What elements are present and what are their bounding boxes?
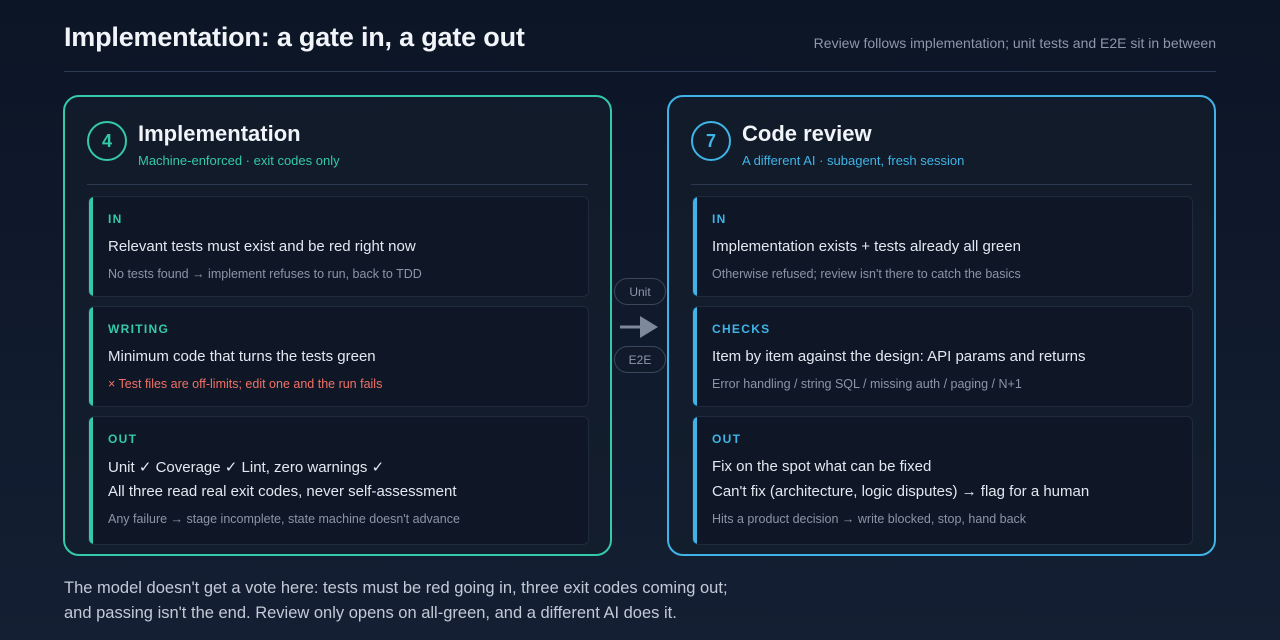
- review-divider: [691, 184, 1192, 185]
- page-title: Implementation: a gate in, a gate out: [64, 22, 525, 52]
- implementation-title: Implementation: [138, 121, 301, 146]
- implementation-panel: 4 Implementation Machine-enforced · exit…: [63, 95, 612, 556]
- implementation-in-tag: IN: [108, 212, 123, 226]
- footer-line-2: and passing isn't the end. Review only o…: [64, 604, 677, 622]
- implementation-divider: [87, 184, 588, 185]
- review-out-text-1: Fix on the spot what can be fixed: [712, 458, 932, 475]
- footer-summary: The model doesn't get a vote here: tests…: [64, 576, 728, 626]
- implementation-step-badge: 4: [87, 121, 127, 161]
- stage-connector: Unit E2E: [612, 276, 668, 376]
- implementation-writing-card: WRITING Minimum code that turns the test…: [88, 306, 589, 407]
- review-in-note: Otherwise refused; review isn't there to…: [712, 267, 1021, 281]
- footer-line-1: The model doesn't get a vote here: tests…: [64, 579, 728, 597]
- page-subtitle: Review follows implementation; unit test…: [813, 35, 1216, 51]
- implementation-in-text: Relevant tests must exist and be red rig…: [108, 238, 416, 255]
- implementation-writing-text: Minimum code that turns the tests green: [108, 348, 376, 365]
- e2e-pill: E2E: [614, 346, 666, 373]
- review-out-note: Hits a product decision → write blocked,…: [712, 512, 1027, 526]
- arrow-right-icon: [620, 316, 658, 338]
- implementation-writing-warning: × Test files are off-limits; edit one an…: [108, 377, 383, 391]
- review-panel: 7 Code review A different AI · subagent,…: [667, 95, 1216, 556]
- implementation-out-tag: OUT: [108, 432, 138, 446]
- review-checks-text: Item by item against the design: API par…: [712, 348, 1086, 365]
- implementation-in-card: IN Relevant tests must exist and be red …: [88, 196, 589, 297]
- review-out-card: OUT Fix on the spot what can be fixed Ca…: [692, 416, 1193, 545]
- implementation-out-card: OUT Unit ✓ Coverage ✓ Lint, zero warning…: [88, 416, 589, 545]
- review-in-card: IN Implementation exists + tests already…: [692, 196, 1193, 297]
- review-title: Code review: [742, 121, 872, 146]
- review-out-text-2: Can't fix (architecture, logic disputes)…: [712, 483, 1090, 500]
- implementation-subtitle: Machine-enforced · exit codes only: [138, 153, 340, 168]
- review-in-tag: IN: [712, 212, 727, 226]
- implementation-in-note: No tests found → implement refuses to ru…: [108, 267, 422, 281]
- review-checks-tag: CHECKS: [712, 322, 771, 336]
- implementation-out-note: Any failure → stage incomplete, state ma…: [108, 512, 460, 526]
- implementation-out-text-2: All three read real exit codes, never se…: [108, 483, 457, 500]
- review-checks-card: CHECKS Item by item against the design: …: [692, 306, 1193, 407]
- page-header: Implementation: a gate in, a gate out Re…: [64, 22, 1216, 72]
- review-out-tag: OUT: [712, 432, 742, 446]
- review-in-text: Implementation exists + tests already al…: [712, 238, 1021, 255]
- implementation-writing-tag: WRITING: [108, 322, 170, 336]
- review-checks-note: Error handling / string SQL / missing au…: [712, 377, 1022, 391]
- review-step-badge: 7: [691, 121, 731, 161]
- implementation-out-text-1: Unit ✓ Coverage ✓ Lint, zero warnings ✓: [108, 459, 385, 476]
- unit-pill: Unit: [614, 278, 666, 305]
- review-subtitle: A different AI · subagent, fresh session: [742, 153, 965, 168]
